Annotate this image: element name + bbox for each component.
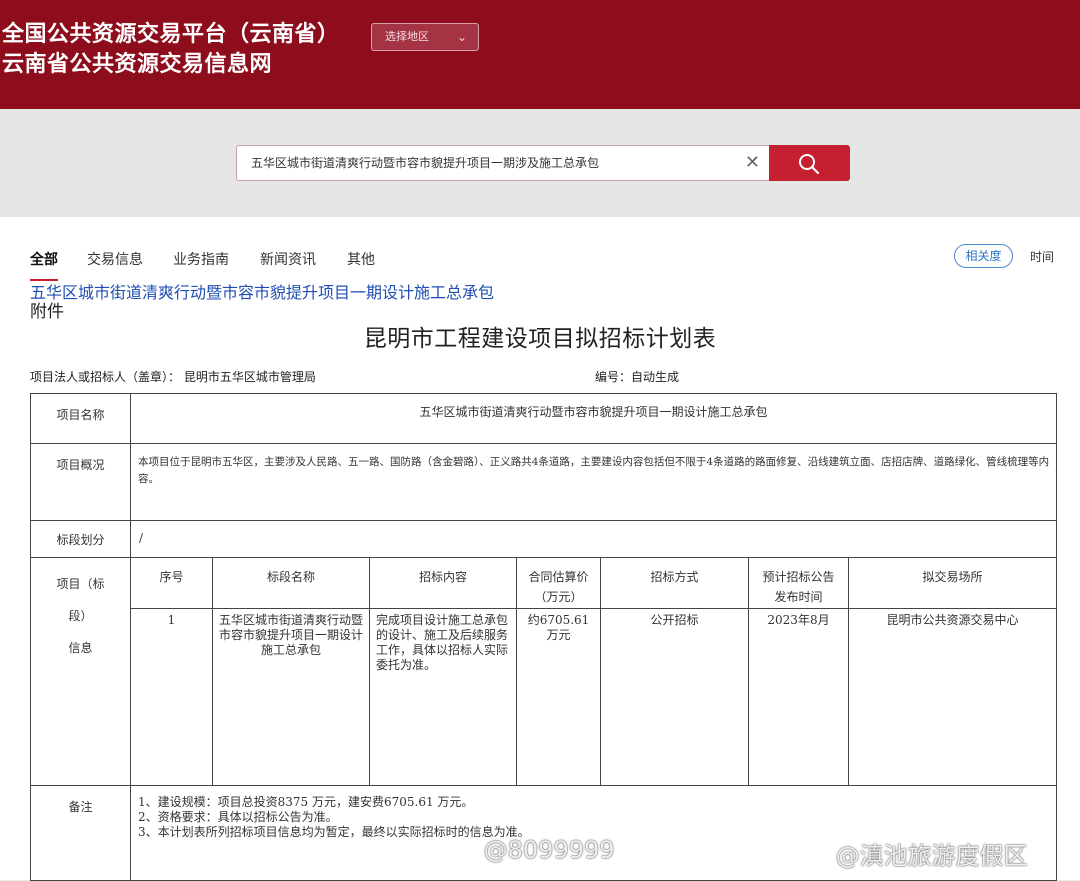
table-row: 项目（标 段） 信息 序号 标段名称 招标内容 合同估算价 （万元） 招标方式 … (30, 557, 1057, 786)
site-title[interactable]: 全国公共资源交易平台（云南省） 云南省公共资源交易信息网 (2, 20, 340, 80)
watermark-text: @8099999 (483, 836, 615, 864)
search-band: 五华区城市街道清爽行动暨市容市貌提升项目一期涉及施工总承包 ✕ (0, 109, 1080, 217)
document-number: 编号：自动生成 (595, 370, 680, 384)
close-icon[interactable]: ✕ (745, 146, 760, 180)
section-division-value: / (130, 520, 1057, 558)
item-number: 1 (130, 608, 213, 786)
notes-label: 备注 (30, 785, 131, 881)
search-input[interactable]: 五华区城市街道清爽行动暨市容市貌提升项目一期涉及施工总承包 ✕ (236, 145, 770, 181)
note-line: 2、资格要求：具体以招标公告为准。 (138, 810, 338, 824)
document-title: 昆明市工程建设项目拟招标计划表 (363, 326, 717, 352)
project-overview-label: 项目概况 (30, 443, 131, 521)
table-row: 1 五华区城市街道清爽行动暨市容市貌提升项目一期设计施工总承包 完成项目设计施工… (31, 608, 1057, 786)
section-info-label: 项目（标 段） 信息 (30, 557, 131, 786)
column-header: 标段名称 (212, 557, 370, 609)
chevron-down-icon: ⌄ (456, 30, 467, 44)
site-title-line1: 全国公共资源交易平台（云南省） (2, 22, 340, 47)
column-header: 招标方式 (600, 557, 749, 609)
tab-other[interactable]: 其他 (347, 249, 375, 269)
table-row: 项目概况 本项目位于昆明市五华区，主要涉及人民路、五一路、国防路（含金碧路）、正… (30, 443, 1057, 521)
item-price: 约6705.61 万元 (516, 608, 601, 786)
site-title-line2: 云南省公共资源交易信息网 (2, 52, 273, 77)
tab-guide[interactable]: 业务指南 (173, 249, 229, 269)
search-button[interactable] (769, 145, 850, 181)
section-info-label-line3: 信息 (68, 641, 93, 655)
search-input-value: 五华区城市街道清爽行动暨市容市貌提升项目一期涉及施工总承包 (251, 156, 600, 170)
column-header: 预计招标公告 发布时间 (748, 557, 849, 609)
table-row: 项目名称 五华区城市街道清爽行动暨市容市貌提升项目一期设计施工总承包 (30, 393, 1057, 444)
project-name-value: 五华区城市街道清爽行动暨市容市貌提升项目一期设计施工总承包 (130, 393, 1057, 444)
column-header-line: 合同估算价 (528, 570, 589, 584)
table-row: 标段划分 / (30, 520, 1057, 558)
watermark: @滇池旅游度假区 (798, 836, 1028, 871)
region-select[interactable]: 选择地区 ⌄ (371, 23, 479, 51)
region-select-label: 选择地区 (385, 30, 429, 43)
watermark: @8099999 (446, 836, 615, 864)
column-header: 序号 (130, 557, 213, 609)
result-title-link[interactable]: 五华区城市街道清爽行动暨市容市貌提升项目一期设计施工总承包 (30, 279, 494, 303)
tab-all[interactable]: 全部 (30, 249, 58, 269)
section-info-label-line1: 项目（标 (56, 577, 105, 591)
site-header: 全国公共资源交易平台（云南省） 云南省公共资源交易信息网 选择地区 ⌄ (0, 0, 1080, 109)
sort-relevance-button[interactable]: 相关度 (954, 244, 1013, 268)
item-method: 公开招标 (600, 608, 749, 786)
watermark-text: @滇池旅游度假区 (835, 842, 1028, 870)
search-icon (799, 154, 820, 175)
note-line: 1、建设规模：项目总投资8375 万元，建安费6705.61 万元。 (138, 795, 474, 809)
results-panel: 全部 交易信息 业务指南 新闻资讯 其他 相关度 时间 五华区城市街道清爽行动暨… (0, 217, 1080, 881)
project-name-label: 项目名称 (30, 393, 131, 444)
project-overview-value: 本项目位于昆明市五华区，主要涉及人民路、五一路、国防路（含金碧路）、正义路共4条… (130, 443, 1057, 521)
item-venue: 昆明市公共资源交易中心 (848, 608, 1057, 786)
plan-table: 项目名称 五华区城市街道清爽行动暨市容市貌提升项目一期设计施工总承包 项目概况 … (30, 393, 1057, 881)
column-header-line: 预计招标公告 (762, 570, 835, 584)
weibo-icon (799, 846, 826, 866)
column-header: 拟交易场所 (848, 557, 1057, 609)
column-header: 合同估算价 （万元） (516, 557, 601, 609)
tenderer-info: 项目法人或招标人（盖章）： 昆明市五华区城市管理局 (30, 370, 316, 384)
weibo-icon (447, 840, 474, 860)
tab-trade-info[interactable]: 交易信息 (87, 249, 143, 269)
section-division-label: 标段划分 (30, 520, 131, 558)
tab-news[interactable]: 新闻资讯 (260, 249, 316, 269)
column-header: 招标内容 (369, 557, 517, 609)
column-header-line: 发布时间 (774, 590, 823, 604)
sort-time-button[interactable]: 时间 (1030, 248, 1054, 265)
item-section-name: 五华区城市街道清爽行动暨市容市貌提升项目一期设计施工总承包 (212, 608, 370, 786)
item-content: 完成项目设计施工总承包的设计、施工及后续服务工作，具体以招标人实际委托为准。 (369, 608, 517, 786)
section-info-label-line2: 段） (68, 609, 93, 623)
column-header-line: （万元） (534, 590, 583, 604)
item-date: 2023年8月 (748, 608, 849, 786)
